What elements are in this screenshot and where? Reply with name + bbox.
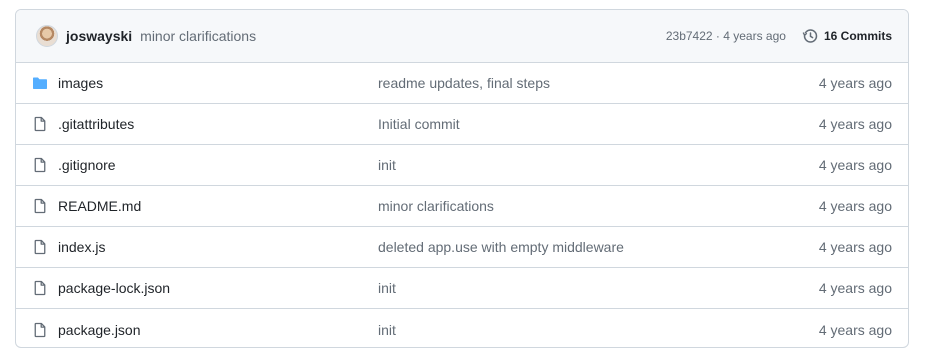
file-commit-message-link[interactable]: init [378, 322, 819, 338]
file-browser: joswayski minor clarifications 23b7422 ·… [15, 9, 909, 348]
file-icon [32, 157, 48, 173]
file-list: images readme updates, final steps 4 years… [16, 63, 908, 347]
commit-sha-link[interactable]: 23b7422 [666, 29, 713, 43]
file-commit-time: 4 years ago [818, 75, 892, 91]
file-row[interactable]: package.json init 4 years ago [16, 309, 908, 347]
file-icon [32, 198, 48, 214]
avatar[interactable] [36, 25, 58, 47]
file-commit-message-link[interactable]: init [378, 280, 819, 296]
file-row[interactable]: package-lock.json init 4 years ago [16, 268, 908, 309]
file-commit-message-link[interactable]: Initial commit [378, 116, 819, 132]
folder-icon [32, 75, 48, 91]
file-commit-time: 4 years ago [818, 280, 892, 296]
file-commit-message-link[interactable]: init [378, 157, 819, 173]
file-name-link[interactable]: images [58, 75, 378, 91]
file-name-link[interactable]: package-lock.json [58, 280, 378, 296]
commit-author-link[interactable]: joswayski [66, 28, 132, 44]
history-icon [802, 29, 818, 43]
file-commit-time: 4 years ago [818, 239, 892, 255]
file-row[interactable]: images readme updates, final steps 4 years… [16, 63, 908, 104]
file-commit-message-link[interactable]: minor clarifications [378, 198, 819, 214]
latest-commit-bar: joswayski minor clarifications 23b7422 ·… [16, 10, 908, 63]
file-name-link[interactable]: package.json [58, 322, 378, 338]
file-name-link[interactable]: index.js [58, 239, 378, 255]
file-commit-time: 4 years ago [818, 198, 892, 214]
file-commit-time: 4 years ago [818, 116, 892, 132]
commit-time: 4 years ago [723, 29, 786, 43]
file-name-link[interactable]: README.md [58, 198, 378, 214]
file-row[interactable]: README.md minor clarifications 4 years ago [16, 186, 908, 227]
file-icon [32, 239, 48, 255]
file-name-link[interactable]: .gitignore [58, 157, 378, 173]
commit-meta: 23b7422 · 4 years ago [666, 29, 786, 43]
meta-separator: · [712, 29, 724, 43]
file-row[interactable]: .gitignore init 4 years ago [16, 145, 908, 186]
commits-history-link[interactable]: 16 Commits [802, 28, 892, 44]
file-name-link[interactable]: .gitattributes [58, 116, 378, 132]
file-icon [32, 322, 48, 338]
file-icon [32, 116, 48, 132]
file-commit-time: 4 years ago [818, 157, 892, 173]
file-commit-message-link[interactable]: readme updates, final steps [378, 75, 819, 91]
file-commit-time: 4 years ago [818, 321, 892, 338]
file-row[interactable]: .gitattributes Initial commit 4 years ago [16, 104, 908, 145]
commits-count-label: 16 Commits [823, 29, 892, 43]
file-row[interactable]: index.js deleted app.use with empty middl… [16, 227, 908, 268]
commit-message-link[interactable]: minor clarifications [140, 28, 256, 44]
file-commit-message-link[interactable]: deleted app.use with empty middleware [378, 239, 819, 255]
file-icon [32, 280, 48, 296]
